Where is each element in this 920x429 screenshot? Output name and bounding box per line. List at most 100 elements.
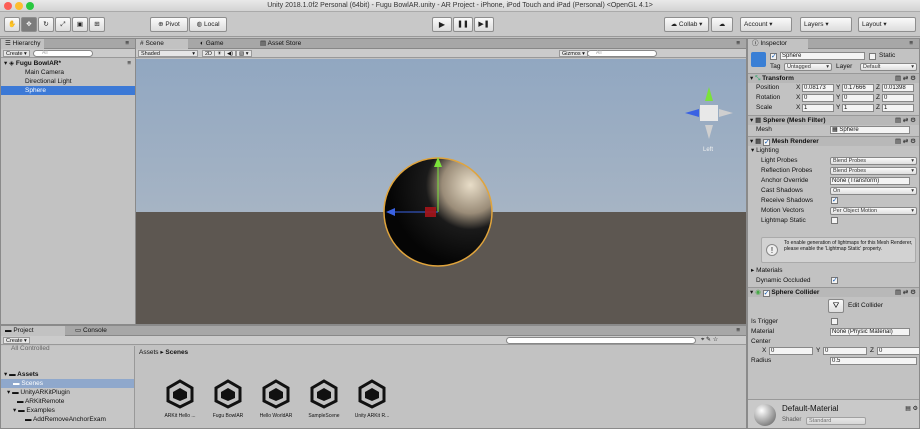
scale-tool-icon[interactable]: ⤢	[55, 17, 71, 32]
audio-toggle-icon[interactable]: ◀)	[224, 50, 237, 57]
layout-dropdown[interactable]: Layout ▾	[858, 17, 916, 32]
panel-menu-icon[interactable]: ≡	[121, 39, 133, 49]
shading-mode-dropdown[interactable]: Shaded ▾	[138, 50, 198, 57]
panel-menu-icon[interactable]: ≡	[732, 39, 744, 49]
tab-asset-store[interactable]: ▤ Asset Store	[256, 39, 305, 49]
sphere-collider-header[interactable]: ▾ ◉ ✓ Sphere Collider ▤ ⇄ ⚙	[748, 287, 919, 297]
material-settings-icon[interactable]: ▤ ⚙	[905, 405, 918, 412]
reflection-probes-dropdown[interactable]: Blend Probes ▾	[830, 167, 917, 175]
minimize-window-button[interactable]	[15, 2, 23, 10]
receive-shadows-checkbox[interactable]: ✓	[831, 197, 838, 204]
lightmap-static-checkbox[interactable]: ✓	[831, 217, 838, 224]
component-settings-icon[interactable]: ▤ ⇄ ⚙	[895, 74, 916, 84]
tab-project[interactable]: ▬ Project	[1, 326, 65, 336]
tree-item-examples[interactable]: ▾ ▬ Examples	[1, 406, 134, 415]
close-window-button[interactable]	[4, 2, 12, 10]
zoom-window-button[interactable]	[26, 2, 34, 10]
transform-rotation-x-field[interactable]: 0	[802, 94, 834, 102]
tree-item-scenes[interactable]: ▬ Scenes	[1, 379, 134, 388]
collider-enabled-checkbox[interactable]: ✓	[762, 290, 770, 297]
tree-item-assets[interactable]: ▾ ▬ Assets	[1, 370, 134, 379]
tree-item-partial[interactable]: All Controlled	[1, 344, 134, 353]
project-create-dropdown[interactable]: Create ▾	[3, 337, 30, 344]
light-probes-dropdown[interactable]: Blend Probes ▾	[830, 157, 917, 165]
layer-dropdown[interactable]: Default ▾	[860, 63, 917, 71]
scene-root-item[interactable]: ▾ ◈ Fugu BowlAR* ≡	[1, 59, 135, 68]
tag-dropdown[interactable]: Untagged ▾	[784, 63, 832, 71]
rotate-tool-icon[interactable]: ↻	[38, 17, 54, 32]
lighting-foldout[interactable]: ▾ Lighting	[751, 146, 779, 155]
step-button[interactable]: ▶❚	[474, 17, 494, 32]
is-trigger-checkbox[interactable]	[831, 318, 838, 325]
play-button[interactable]: ▶	[432, 17, 452, 32]
component-settings-icon[interactable]: ▤ ⇄ ⚙	[895, 116, 916, 126]
tree-item-addremoveanchor[interactable]: ▬ AddRemoveAnchorExam	[1, 415, 134, 424]
transform-scale-x-field[interactable]: 1	[802, 104, 834, 112]
breadcrumb-scenes[interactable]: Scenes	[165, 349, 188, 356]
asset-item[interactable]: ARKit Hello ...	[156, 379, 204, 419]
tab-console[interactable]: ▭ Console	[71, 326, 111, 336]
pivot-toggle[interactable]: ⊕ Pivot	[150, 17, 188, 32]
tab-inspector[interactable]: ⓘ Inspector	[748, 39, 808, 49]
transform-position-y-field[interactable]: 0.17666	[842, 84, 874, 92]
rect-tool-icon[interactable]: ▣	[72, 17, 88, 32]
asset-item[interactable]: Fugu BowlAR	[204, 379, 252, 419]
transform-position-x-field[interactable]: 0.08173	[802, 84, 834, 92]
project-search-input[interactable]	[506, 337, 696, 344]
effects-dropdown-icon[interactable]: ▧ ▾	[236, 50, 252, 57]
transform-tool-icon[interactable]: ⊞	[89, 17, 105, 32]
hierarchy-item-directional-light[interactable]: Directional Light	[1, 77, 135, 86]
edit-collider-button[interactable]: ⛛	[828, 299, 844, 313]
hierarchy-item-sphere[interactable]: Sphere	[1, 86, 135, 95]
transform-header[interactable]: ▾ ⤡ Transform ▤ ⇄ ⚙	[748, 73, 919, 83]
tab-game[interactable]: ◐ Game	[196, 39, 227, 49]
physic-material-field[interactable]: None (Physic Material)	[830, 328, 910, 336]
hierarchy-item-main-camera[interactable]: Main Camera	[1, 68, 135, 77]
layers-dropdown[interactable]: Layers ▾	[800, 17, 852, 32]
anchor-override-field[interactable]: None (Transform)	[830, 177, 910, 185]
component-settings-icon[interactable]: ▤ ⇄ ⚙	[895, 288, 916, 298]
scene-search-input[interactable]: All	[587, 50, 657, 57]
static-checkbox[interactable]	[869, 53, 876, 60]
motion-vectors-dropdown[interactable]: Per Object Motion ▾	[830, 207, 917, 215]
component-settings-icon[interactable]: ▤ ⇄ ⚙	[895, 137, 916, 147]
tree-item-arkitremote[interactable]: ▬ ARKitRemote	[1, 397, 134, 406]
mesh-filter-header[interactable]: ▾ ▦ Sphere (Mesh Filter) ▤ ⇄ ⚙	[748, 115, 919, 125]
hierarchy-search-input[interactable]: All	[33, 50, 93, 57]
filter-icons[interactable]: ⌖ ✎ ☆	[701, 336, 718, 344]
gizmos-dropdown[interactable]: Gizmos ▾	[559, 50, 588, 57]
center-y-field[interactable]: 0	[823, 347, 867, 355]
center-x-field[interactable]: 0	[769, 347, 813, 355]
radius-field[interactable]: 0.5	[830, 357, 917, 365]
tab-scene[interactable]: # Scene	[136, 39, 188, 49]
tab-hierarchy[interactable]: ☰ Hierarchy	[1, 39, 45, 49]
asset-item[interactable]: Unity ARKit R...	[348, 379, 396, 419]
collab-dropdown[interactable]: ☁ Collab ▾	[664, 17, 709, 32]
scene-viewport[interactable]: Left	[136, 59, 746, 324]
materials-foldout[interactable]: ▸ Materials	[751, 266, 782, 275]
local-toggle[interactable]: ◍ Local	[189, 17, 227, 32]
dynamic-occluded-checkbox[interactable]: ✓	[831, 277, 838, 284]
breadcrumb-assets[interactable]: Assets	[139, 349, 159, 356]
shader-dropdown[interactable]: Standard	[806, 417, 866, 425]
move-gizmo-center[interactable]	[425, 207, 436, 217]
mesh-renderer-header[interactable]: ▾ ▦ ✓ Mesh Renderer ▤ ⇄ ⚙	[748, 136, 919, 146]
cloud-button[interactable]: ☁	[711, 17, 733, 32]
scene-options-icon[interactable]: ≡	[127, 59, 131, 68]
create-dropdown[interactable]: Create ▾	[3, 50, 30, 57]
pause-button[interactable]: ❚❚	[453, 17, 473, 32]
panel-menu-icon[interactable]: ≡	[732, 326, 744, 336]
transform-scale-z-field[interactable]: 1	[882, 104, 914, 112]
transform-rotation-y-field[interactable]: 0	[842, 94, 874, 102]
panel-menu-icon[interactable]: ≡	[905, 39, 917, 49]
active-checkbox[interactable]: ✓	[770, 53, 777, 60]
transform-scale-y-field[interactable]: 1	[842, 104, 874, 112]
move-tool-icon[interactable]: ✥	[21, 17, 37, 32]
asset-item[interactable]: Hello WorldAR	[252, 379, 300, 419]
account-dropdown[interactable]: Account ▾	[740, 17, 792, 32]
asset-item[interactable]: SampleScene	[300, 379, 348, 419]
mesh-renderer-enabled-checkbox[interactable]: ✓	[763, 139, 771, 146]
mesh-field[interactable]: ▦ Sphere	[830, 126, 910, 134]
object-name-field[interactable]: Sphere	[780, 52, 865, 60]
perspective-label[interactable]: Left	[703, 147, 713, 153]
